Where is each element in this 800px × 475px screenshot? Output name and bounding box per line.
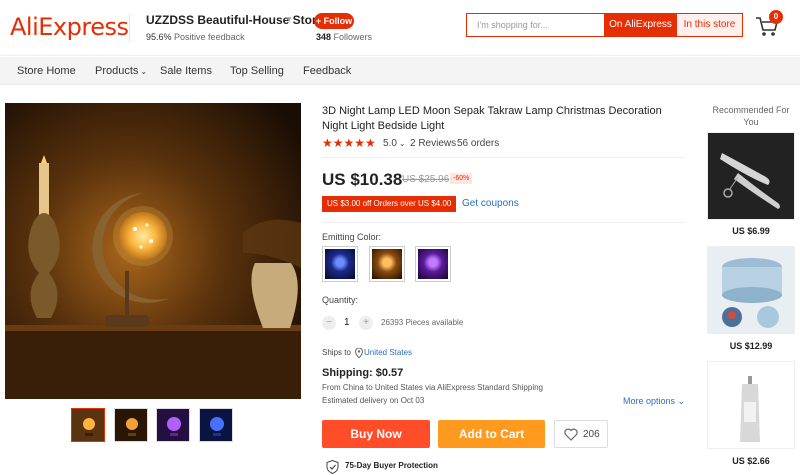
- coupon-banner: US $3.00 off Orders over US $4.00: [322, 196, 456, 212]
- color-swatch-purple[interactable]: [415, 246, 451, 282]
- store-feedback: 95.6% Positive feedback: [146, 32, 245, 42]
- pieces-available: 26393 Pieces available: [381, 318, 464, 327]
- product-title: 3D Night Lamp LED Moon Sepak Takraw Lamp…: [322, 105, 662, 132]
- nav-store-home[interactable]: Store Home: [17, 65, 76, 77]
- more-options-label: More options: [623, 396, 676, 406]
- shield-check-icon: [326, 459, 339, 475]
- rating-stars: ★★★★★: [322, 136, 376, 150]
- thumbnail-2[interactable]: [114, 408, 148, 442]
- nav-top-selling[interactable]: Top Selling: [230, 65, 284, 77]
- chevron-down-icon[interactable]: ▼: [285, 15, 293, 24]
- aliexpress-logo[interactable]: AliExpress: [10, 13, 129, 41]
- thumbnail-3[interactable]: [156, 408, 190, 442]
- nav-products[interactable]: Products ⌄: [95, 65, 147, 77]
- thumbnail-4[interactable]: [199, 408, 233, 442]
- estimated-delivery: Estimated delivery on Oct 03: [322, 396, 425, 405]
- recommended-item-image[interactable]: [707, 246, 795, 334]
- location-pin-icon: [354, 347, 364, 361]
- recommended-item-image[interactable]: [707, 361, 795, 449]
- recommended-item-price: US $12.99: [729, 341, 773, 351]
- discount-badge: -60%: [450, 173, 473, 184]
- color-swatch-warm[interactable]: [369, 246, 405, 282]
- follow-button[interactable]: + Follow: [314, 13, 354, 29]
- thumbnail-1[interactable]: [71, 408, 105, 442]
- quantity-decrease-button[interactable]: −: [322, 316, 336, 330]
- followers-number: 348: [316, 32, 332, 42]
- reviews-link[interactable]: 2 Reviews: [410, 138, 456, 149]
- get-coupons-link[interactable]: Get coupons: [462, 198, 519, 209]
- color-label: Emitting Color:: [322, 232, 382, 242]
- recommended-item-image[interactable]: [707, 132, 795, 220]
- chevron-down-icon: ⌄: [677, 396, 686, 406]
- feedback-label: Positive feedback: [174, 32, 245, 42]
- more-options-link[interactable]: More options ⌄: [623, 396, 685, 407]
- recommended-item-price: US $6.99: [732, 226, 770, 236]
- cart-count-badge: 0: [769, 10, 783, 24]
- wishlist-count: 206: [583, 429, 600, 440]
- recommended-item-price: US $2.66: [732, 456, 770, 466]
- buy-now-button[interactable]: Buy Now: [322, 420, 430, 448]
- shipping-route: From China to United States via AliExpre…: [322, 383, 544, 392]
- store-header: AliExpress UZZDSS Beautiful-House Store …: [0, 0, 800, 56]
- quantity-increase-button[interactable]: +: [359, 316, 373, 330]
- header-divider: [129, 14, 130, 42]
- rating-value[interactable]: 5.0 ⌄: [383, 138, 406, 149]
- recommended-title: Recommended For You: [712, 105, 790, 127]
- ships-to-label: Ships to: [322, 348, 351, 357]
- original-price: US $25.96: [402, 174, 450, 185]
- ships-to-country[interactable]: United States: [364, 348, 412, 357]
- divider: [322, 157, 685, 158]
- nav-products-label: Products: [95, 65, 139, 77]
- orders-count: 56 orders: [457, 138, 500, 149]
- heart-icon: [564, 428, 578, 441]
- chevron-down-icon: ⌄: [398, 139, 406, 148]
- nav-feedback[interactable]: Feedback: [303, 65, 351, 77]
- search-input[interactable]: I'm shopping for...: [466, 13, 604, 37]
- chevron-down-icon: ⌄: [140, 67, 148, 76]
- product-main-image[interactable]: [5, 103, 301, 399]
- buyer-protection[interactable]: 75-Day Buyer Protection: [345, 461, 438, 470]
- followers-label: Followers: [333, 32, 373, 42]
- quantity-label: Quantity:: [322, 295, 359, 305]
- quantity-value[interactable]: 1: [344, 317, 350, 328]
- search-store-button[interactable]: In this store: [677, 13, 743, 37]
- store-nav: Store Home Products ⌄ Sale Items Top Sell…: [0, 57, 800, 85]
- nav-sale-items[interactable]: Sale Items: [160, 65, 212, 77]
- divider: [322, 222, 685, 223]
- rating-number: 5.0: [383, 138, 397, 149]
- store-name[interactable]: UZZDSS Beautiful-House Store: [146, 13, 323, 27]
- add-to-cart-button[interactable]: Add to Cart: [438, 420, 545, 448]
- product-price: US $10.38: [322, 170, 403, 189]
- shipping-cost: Shipping: $0.57: [322, 367, 404, 379]
- color-swatch-blue[interactable]: [322, 246, 358, 282]
- search-aliexpress-button[interactable]: On AliExpress: [604, 13, 677, 37]
- feedback-percent: 95.6%: [146, 32, 172, 42]
- followers-count: 348 Followers: [316, 32, 372, 42]
